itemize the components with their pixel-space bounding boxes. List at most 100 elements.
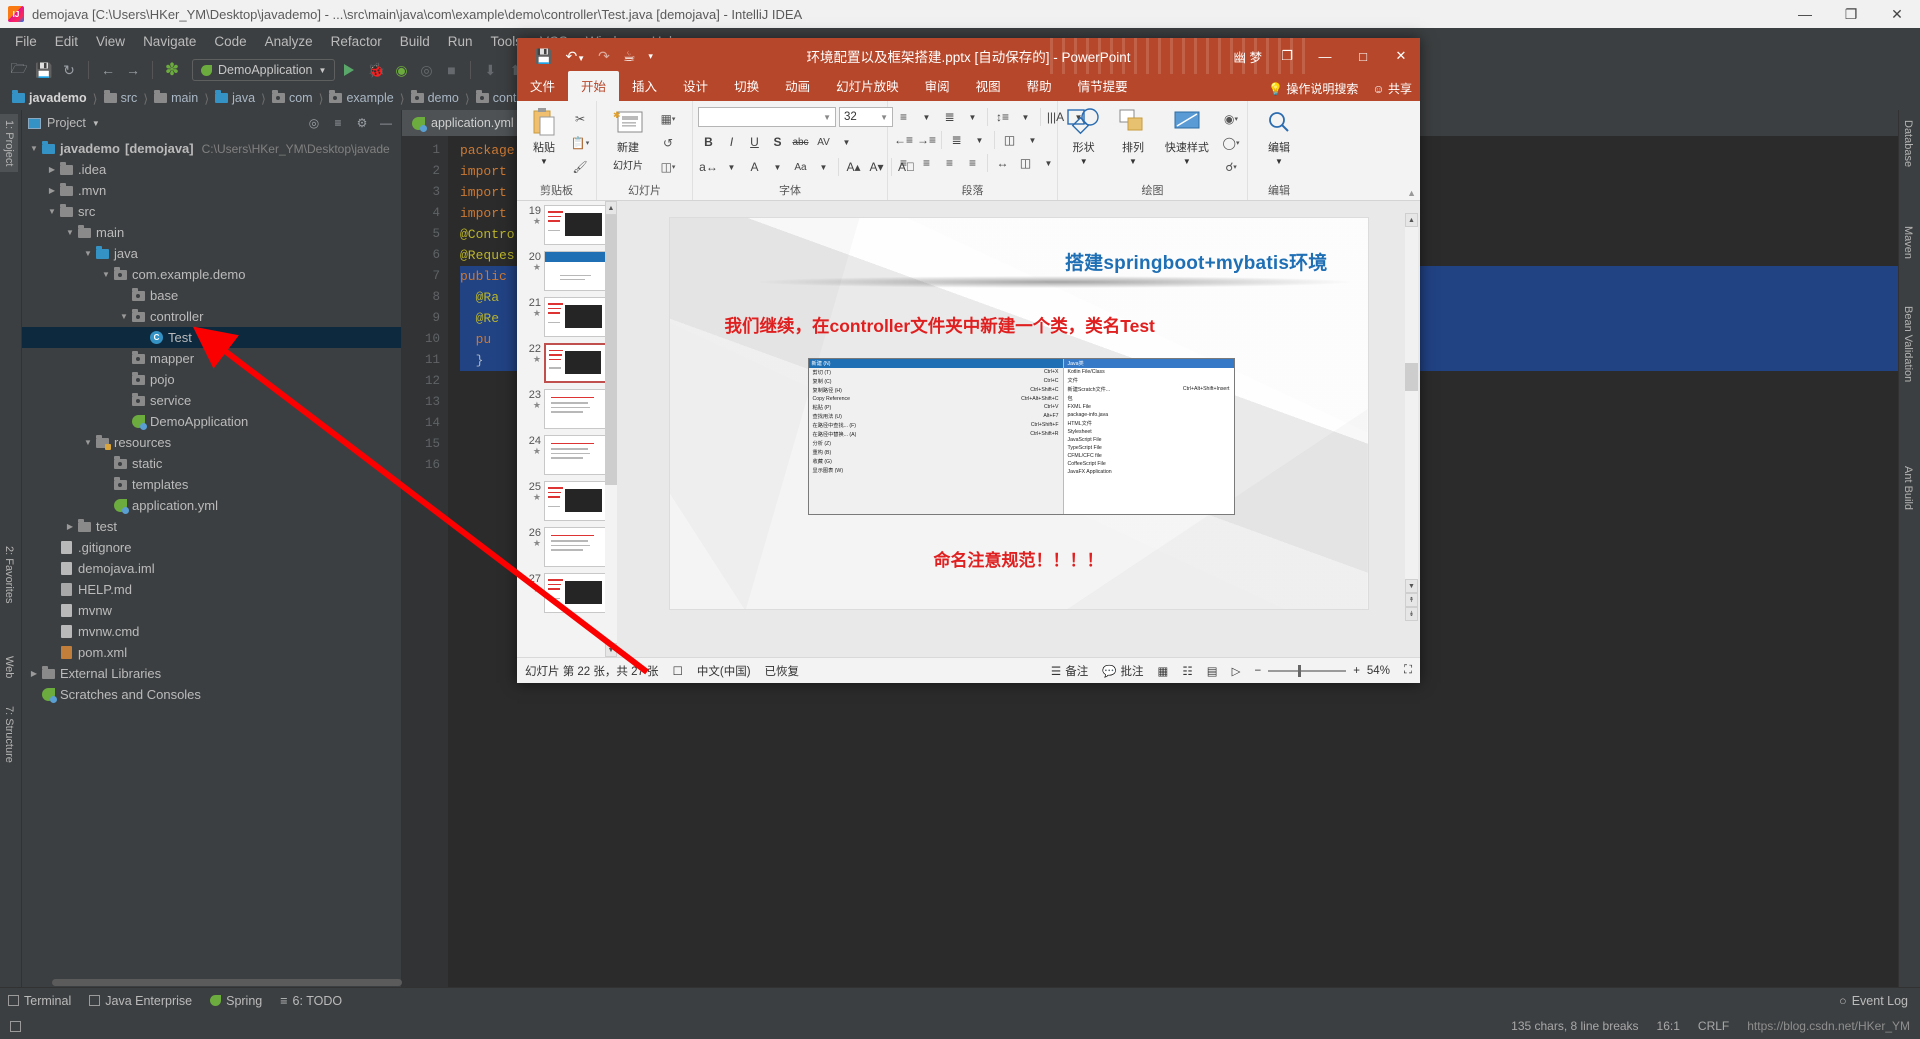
text-highlight-button[interactable]: Aa — [790, 157, 811, 177]
font-color-button[interactable]: A — [744, 157, 765, 177]
fit-to-window-icon[interactable]: ⛶ — [1404, 664, 1412, 677]
chevron-down-icon[interactable]: ▼ — [92, 119, 100, 128]
align-left-button[interactable]: ≡ — [893, 153, 914, 173]
tree-expand-arrow[interactable]: ▼ — [100, 270, 112, 279]
align-text-button[interactable]: ◫ — [999, 130, 1020, 150]
menu-edit[interactable]: Edit — [46, 31, 87, 52]
paste-button[interactable]: 粘贴 ▼ — [522, 107, 566, 166]
breadcrumb-item-src[interactable]: src — [100, 90, 142, 105]
menu-file[interactable]: File — [6, 31, 46, 52]
ppt-tab-帮助[interactable]: 帮助 — [1014, 71, 1065, 101]
slide-thumbnail-27[interactable]: 27 ★ — [517, 573, 617, 613]
current-slide[interactable]: 搭建springboot+mybatis环境 我们继续，在controller文… — [668, 217, 1369, 610]
thumbnail-preview[interactable] — [544, 389, 607, 429]
thumbnail-preview[interactable] — [544, 343, 607, 383]
decrease-font-size-button[interactable]: A▾ — [866, 157, 887, 177]
chevron-down-icon[interactable]: ▼ — [1022, 130, 1043, 150]
chevron-down-icon[interactable]: ▼ — [1015, 107, 1036, 127]
tree-expand-arrow[interactable]: ▶ — [64, 522, 76, 531]
tree-item-src[interactable]: ▼ src — [22, 201, 401, 222]
menu-refactor[interactable]: Refactor — [322, 31, 391, 52]
shapes-button[interactable]: 形状 ▼ — [1063, 107, 1104, 166]
tree-expand-arrow[interactable]: ▼ — [64, 228, 76, 237]
menu-analyze[interactable]: Analyze — [256, 31, 322, 52]
bullets-button[interactable]: ≡ — [893, 107, 914, 127]
tree-item-demoapplication[interactable]: DemoApplication — [22, 411, 401, 432]
chevron-down-icon[interactable]: ▼ — [969, 130, 990, 150]
collapse-ribbon-icon[interactable]: ▲ — [1407, 188, 1416, 198]
tree-expand-arrow[interactable]: ▼ — [46, 207, 58, 216]
accessibility-icon[interactable]: ☐ — [673, 664, 683, 678]
line-spacing-button[interactable]: ↕≡ — [992, 107, 1013, 127]
layout-icon[interactable]: ▦ ▾ — [657, 109, 679, 129]
tree-item--mvn[interactable]: ▶ .mvn — [22, 180, 401, 201]
quick-styles-button[interactable]: 快速样式 ▼ — [1162, 107, 1212, 166]
rail-tab-maven[interactable]: Maven — [1899, 220, 1917, 265]
slide-thumbnail-panel[interactable]: 19 ★ 20 ★ 21 ★ 22 ★ 23 ★ 24 ★ 25 ★ 26 ★ 27 ★ ▲ ▼ — [517, 201, 617, 657]
status-java-enterprise[interactable]: Java Enterprise — [89, 994, 192, 1008]
ppt-tab-插入[interactable]: 插入 — [619, 71, 670, 101]
scroll-up-icon[interactable]: ▲ — [605, 201, 617, 215]
tree-item-test[interactable]: C Test — [22, 327, 401, 348]
tree-item-pom-xml[interactable]: pom.xml — [22, 642, 401, 663]
tree-item-mvnw-cmd[interactable]: mvnw.cmd — [22, 621, 401, 642]
view-slideshow-button[interactable]: ▷ — [1232, 664, 1241, 678]
ide-maximize-button[interactable]: ❐ — [1828, 0, 1874, 28]
menu-build[interactable]: Build — [391, 31, 439, 52]
shape-fill-icon[interactable]: ◉ ▾ — [1220, 109, 1242, 129]
tree-expand-arrow[interactable]: ▼ — [118, 312, 130, 321]
slide-thumbnail-25[interactable]: 25 ★ — [517, 481, 617, 521]
justify-button[interactable]: ≡ — [962, 153, 983, 173]
tree-expand-arrow[interactable]: ▼ — [28, 144, 40, 153]
run-configuration-selector[interactable]: DemoApplication ▼ — [192, 59, 336, 81]
slide-body-line-1[interactable]: 我们继续，在controller文件夹中新建一个类，类名Test — [725, 313, 1338, 338]
font-size-input[interactable]: 32 ▼ — [839, 107, 893, 127]
new-slide-button[interactable]: ✱ 新建 幻灯片 — [602, 107, 654, 172]
ppt-tab-情节提要[interactable]: 情节提要 — [1065, 71, 1141, 101]
comments-button[interactable]: 💬 批注 — [1102, 663, 1143, 679]
rail-tab-bean-validation[interactable]: Bean Validation — [1899, 300, 1917, 388]
format-painter-icon[interactable]: 🖌 — [569, 157, 591, 177]
menu-navigate[interactable]: Navigate — [134, 31, 205, 52]
ribbon-display-options-icon[interactable]: ❐ — [1268, 38, 1306, 74]
debug-icon[interactable]: 🐞 — [365, 59, 387, 81]
tree-item-test[interactable]: ▶ test — [22, 516, 401, 537]
language-label[interactable]: 中文(中国) — [697, 663, 751, 679]
tree-item-main[interactable]: ▼ main — [22, 222, 401, 243]
chevron-down-icon[interactable]: ▼ — [962, 107, 983, 127]
decrease-indent-button[interactable]: ←≡ — [893, 130, 914, 150]
slide-thumbnail-24[interactable]: 24 ★ — [517, 435, 617, 475]
view-normal-button[interactable]: ▦ — [1158, 664, 1169, 678]
tree-item--gitignore[interactable]: .gitignore — [22, 537, 401, 558]
breadcrumb-item-javademo[interactable]: javademo — [8, 90, 91, 105]
character-spacing-button[interactable]: AV — [813, 132, 834, 152]
view-reading-button[interactable]: ▤ — [1207, 664, 1218, 678]
chevron-down-icon[interactable]: ▼ — [813, 157, 834, 177]
slide-thumbnail-20[interactable]: 20 ★ — [517, 251, 617, 291]
chevron-down-icon[interactable]: ▼ — [880, 113, 888, 122]
cut-icon[interactable]: ✂ — [569, 109, 591, 129]
slide-title[interactable]: 搭建springboot+mybatis环境 — [1065, 248, 1328, 275]
ppt-tab-视图[interactable]: 视图 — [963, 71, 1014, 101]
status-terminal[interactable]: Terminal — [8, 994, 71, 1008]
status-caret-position[interactable]: 16:1 — [1657, 1019, 1680, 1033]
tell-me-group[interactable]: 💡 操作说明搜索 — [1268, 80, 1358, 97]
chevron-down-icon[interactable]: ▼ — [1183, 157, 1191, 166]
increase-indent-button[interactable]: →≡ — [916, 130, 937, 150]
chevron-down-icon[interactable]: ▼ — [1080, 157, 1088, 166]
rail-tab-favorites[interactable]: 2: Favorites — [0, 540, 18, 609]
tree-item-help-md[interactable]: HELP.md — [22, 579, 401, 600]
breadcrumb-item-demo[interactable]: demo — [407, 90, 463, 105]
chevron-down-icon[interactable]: ▼ — [1129, 157, 1137, 166]
view-sorter-button[interactable]: ☷ — [1182, 664, 1192, 678]
chevron-down-icon[interactable]: ▼ — [1038, 153, 1059, 173]
scroll-down-icon[interactable]: ▼ — [605, 643, 617, 657]
ppt-minimize-button[interactable]: — — [1306, 38, 1344, 74]
tree-item-mapper[interactable]: mapper — [22, 348, 401, 369]
ppt-tab-幻灯片放映[interactable]: 幻灯片放映 — [823, 71, 912, 101]
ide-minimize-button[interactable]: — — [1782, 0, 1828, 28]
tree-item-service[interactable]: service — [22, 390, 401, 411]
tree-item-java[interactable]: ▼ java — [22, 243, 401, 264]
arrange-button[interactable]: 排列 ▼ — [1112, 107, 1153, 166]
breadcrumb-item-java[interactable]: java — [211, 90, 259, 105]
